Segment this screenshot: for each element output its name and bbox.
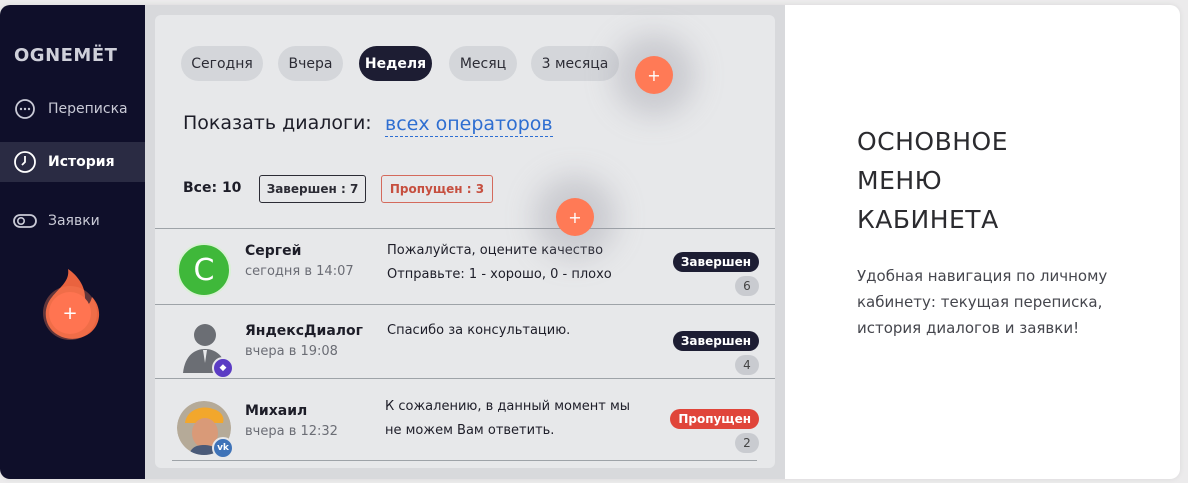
dialog-message: Пожалуйста, оцените качество Отправьте: …	[387, 239, 612, 287]
message-count: 4	[735, 355, 759, 375]
period-chip-yesterday[interactable]: Вчера	[278, 46, 343, 81]
sidebar-item-label: История	[48, 154, 115, 170]
sidebar-item-requests[interactable]: Заявки	[0, 201, 145, 241]
dialog-message-line: не можем Вам ответить.	[385, 423, 555, 438]
clock-icon	[12, 150, 38, 174]
status-badge: Завершен	[672, 331, 759, 351]
section-description: Удобная навигация по личному кабинету: т…	[857, 267, 1108, 337]
avatar-letter: С	[193, 252, 215, 288]
hotspot-plus-button[interactable]: +	[556, 198, 594, 236]
sidebar-plus-button[interactable]: +	[49, 292, 91, 334]
filter-done-tag[interactable]: Завершен : 7	[259, 175, 366, 203]
dialog-message-line: Спасибо за консультацию.	[387, 323, 571, 338]
period-chip-month[interactable]: Месяц	[449, 46, 517, 81]
show-dialogs-label: Показать диалоги:	[183, 112, 372, 134]
status-badge: Пропущен	[670, 409, 759, 429]
dialog-name: ЯндексДиалог	[245, 323, 363, 339]
chat-icon	[12, 97, 38, 121]
filter-missed-tag[interactable]: Пропущен : 3	[381, 175, 493, 203]
dialog-message: Спасибо за консультацию.	[387, 319, 570, 343]
sidebar-item-label: Переписка	[48, 101, 128, 117]
dialog-time: вчера в 19:08	[245, 344, 338, 359]
sidebar-item-history[interactable]: История	[0, 142, 145, 182]
dialog-row[interactable]: vk Михаил вчера в 12:32 К сожалению, в д…	[155, 379, 775, 459]
heading-line: МЕНЮ	[857, 166, 943, 195]
message-count: 2	[735, 433, 759, 453]
status-badge: Завершен	[672, 252, 759, 272]
yandex-dialog-icon: ◆	[212, 357, 234, 379]
count-all[interactable]: Все: 10	[183, 180, 241, 196]
heading-line: ОСНОВНОЕ	[857, 127, 1009, 156]
message-count: 6	[735, 276, 759, 296]
sidebar: OGNEMЁT Переписка История Заявки +	[0, 5, 145, 479]
heading-line: КАБИНЕТА	[857, 205, 999, 234]
section-heading: ОСНОВНОЕ МЕНЮ КАБИНЕТА	[857, 122, 1117, 239]
dialog-time: сегодня в 14:07	[245, 264, 354, 279]
dialog-message: К сожалению, в данный момент мы не можем…	[385, 395, 630, 443]
divider	[172, 460, 757, 461]
dialog-time: вчера в 12:32	[245, 424, 338, 439]
hotspot-plus-button[interactable]: +	[635, 56, 673, 94]
sidebar-item-label: Заявки	[48, 213, 100, 229]
promo-frame: OGNEMЁT Переписка История Заявки + Сегод…	[0, 5, 1180, 479]
period-chip-week[interactable]: Неделя	[359, 46, 432, 81]
toggle-icon	[12, 209, 38, 233]
app-logo: OGNEMЁT	[14, 45, 118, 66]
dialog-name: Михаил	[245, 403, 308, 419]
vk-icon: vk	[212, 437, 234, 459]
sidebar-item-chats[interactable]: Переписка	[0, 89, 145, 129]
dialog-message-line: К сожалению, в данный момент мы	[385, 399, 631, 414]
avatar: С	[177, 243, 231, 297]
dialog-message-line: Отправьте: 1 - хорошо, 0 - плохо	[387, 267, 612, 282]
period-chip-3months[interactable]: 3 месяца	[531, 46, 619, 81]
period-chip-today[interactable]: Сегодня	[181, 46, 263, 81]
dialog-row[interactable]: ◆ ЯндексДиалог вчера в 19:08 Спасибо за …	[155, 305, 775, 379]
dialog-row[interactable]: С Сергей сегодня в 14:07 Пожалуйста, оце…	[155, 229, 775, 303]
dialog-name: Сергей	[245, 243, 302, 259]
operators-dropdown-link[interactable]: всех операторов	[385, 112, 553, 137]
dialog-message-line: Пожалуйста, оцените качество	[387, 243, 604, 258]
